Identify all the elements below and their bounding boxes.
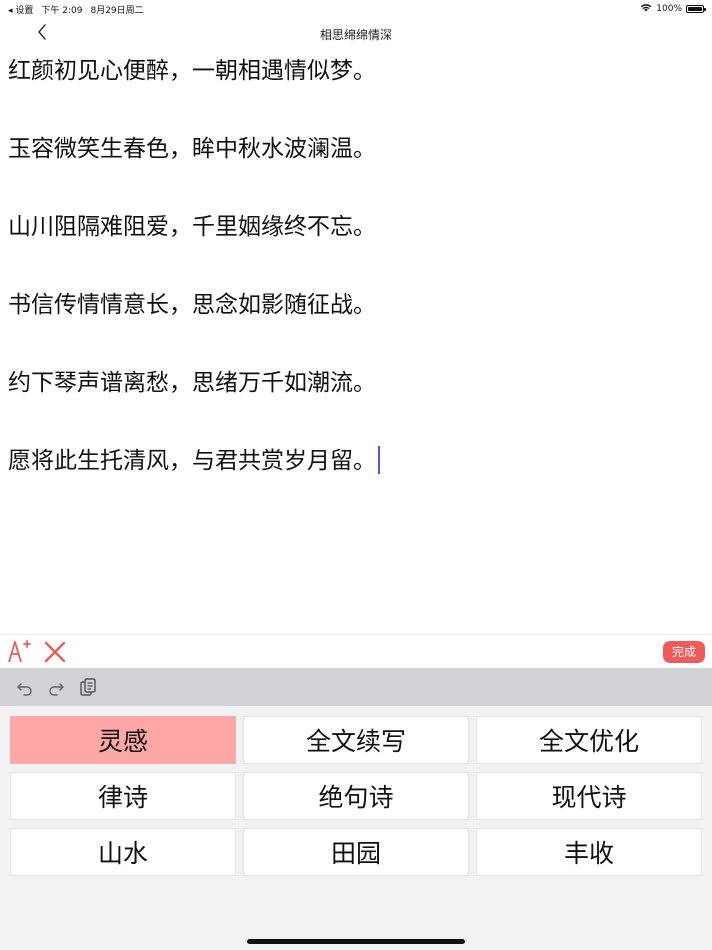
status-left: ◂ 设置 下午 2:09 8月29日周二 bbox=[8, 3, 144, 16]
page-title: 相思绵绵情深 bbox=[319, 28, 392, 42]
redo-button[interactable] bbox=[46, 677, 66, 697]
status-bar: ◂ 设置 下午 2:09 8月29日周二 100% bbox=[0, 0, 712, 18]
back-to-app-link[interactable]: ◂ 设置 bbox=[8, 3, 33, 16]
poem-line-4: 书信传情情意长，思念如影随征战。 bbox=[8, 292, 376, 318]
status-date: 8月29日周二 bbox=[90, 6, 144, 16]
redo-icon bbox=[46, 682, 66, 701]
poem-line-2: 玉容微笑生春色，眸中秋水波澜温。 bbox=[8, 136, 376, 162]
poem-line-1: 红颜初见心便醉，一朝相遇情似梦。 bbox=[8, 58, 376, 84]
poem-line-5: 约下琴声谱离愁，思绪万千如潮流。 bbox=[8, 370, 376, 396]
clear-button[interactable] bbox=[42, 639, 68, 665]
clipboard-button[interactable] bbox=[78, 677, 98, 697]
font-style-button[interactable] bbox=[6, 638, 32, 664]
font-add-icon bbox=[6, 640, 32, 668]
clipboard-icon bbox=[78, 678, 98, 701]
suggestion-optimize-text[interactable]: 全文优化 bbox=[476, 716, 702, 764]
undo-button[interactable] bbox=[15, 677, 35, 697]
wifi-icon bbox=[640, 3, 652, 15]
text-caret bbox=[378, 446, 380, 474]
suggestion-harvest[interactable]: 丰收 bbox=[476, 828, 702, 876]
status-time: 下午 2:09 bbox=[41, 6, 83, 16]
status-right: 100% bbox=[640, 3, 706, 15]
suggestion-quatrain[interactable]: 绝句诗 bbox=[243, 772, 469, 820]
undo-icon bbox=[15, 682, 35, 701]
poem-line-6-text: 愿将此生托清风，与君共赏岁月留。 bbox=[8, 448, 376, 474]
battery-icon bbox=[686, 5, 706, 13]
home-indicator[interactable] bbox=[247, 939, 465, 944]
poem-line-6: 愿将此生托清风，与君共赏岁月留。 bbox=[8, 442, 698, 481]
keyboard-area: 灵感 全文续写 全文优化 律诗 绝句诗 现代诗 山水 田园 丰收 bbox=[0, 668, 712, 950]
editor-toolbar: 完成 bbox=[0, 634, 712, 668]
keyboard-toolbar bbox=[0, 668, 712, 706]
suggestion-landscape[interactable]: 山水 bbox=[10, 828, 236, 876]
poem-line-3: 山川阻隔难阻爱，千里姻缘终不忘。 bbox=[8, 214, 376, 240]
suggestion-pastoral[interactable]: 田园 bbox=[243, 828, 469, 876]
poem-editor[interactable]: 红颜初见心便醉，一朝相遇情似梦。 玉容微笑生春色，眸中秋水波澜温。 山川阻隔难阻… bbox=[8, 52, 698, 622]
battery-percent: 100% bbox=[656, 4, 682, 14]
suggestion-inspiration[interactable]: 灵感 bbox=[10, 716, 236, 764]
suggestion-regulated-verse[interactable]: 律诗 bbox=[10, 772, 236, 820]
done-button[interactable]: 完成 bbox=[662, 641, 705, 663]
nav-bar: 相思绵绵情深 bbox=[0, 20, 712, 50]
suggestion-modern-poem[interactable]: 现代诗 bbox=[476, 772, 702, 820]
close-icon bbox=[42, 641, 68, 669]
suggestion-continue-writing[interactable]: 全文续写 bbox=[243, 716, 469, 764]
